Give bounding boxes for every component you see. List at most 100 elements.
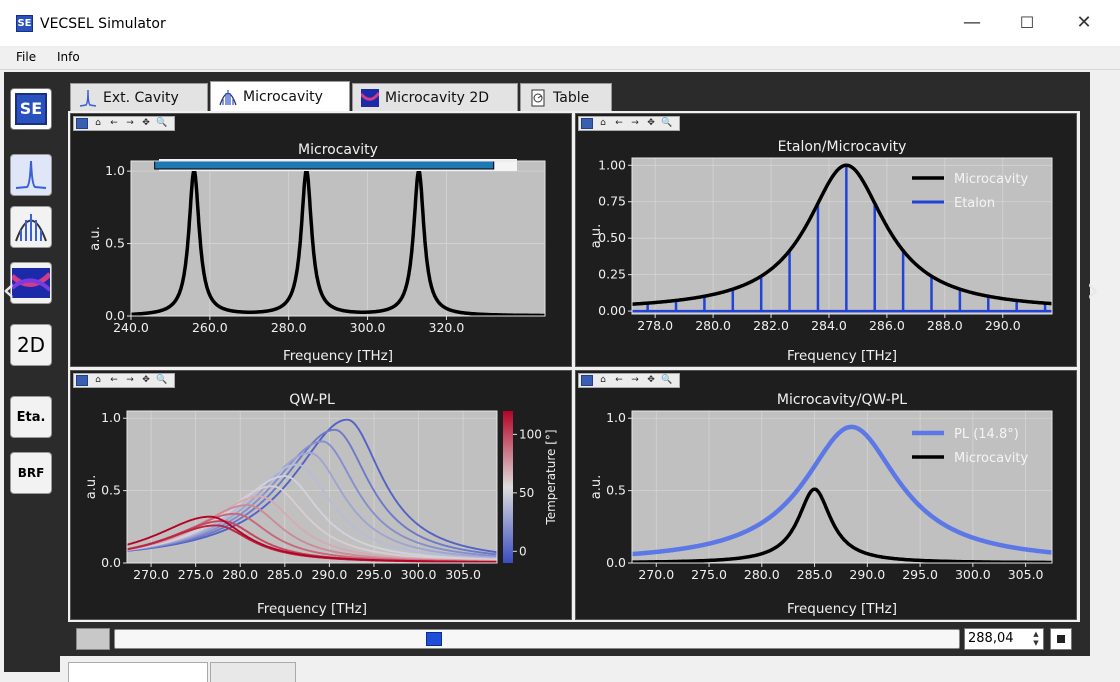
window-title: VECSEL Simulator: [40, 16, 166, 32]
plot-toolbar: ⌂ ← → ✥ 🔍: [73, 116, 175, 131]
x-tick-label: 280.0: [744, 567, 780, 582]
bottom-tab-2[interactable]: [210, 662, 296, 682]
sidebar-item-microcavity-2d[interactable]: [10, 262, 52, 304]
back-arrow-icon[interactable]: ←: [613, 375, 625, 386]
pan-icon[interactable]: ✥: [140, 375, 152, 386]
tab-microcavity[interactable]: Microcavity: [210, 81, 350, 111]
table-icon: [531, 89, 545, 106]
x-tick-label: 282.0: [753, 318, 789, 333]
colorbar-tick-label: 0: [519, 544, 527, 558]
zoom-icon[interactable]: 🔍: [661, 118, 673, 129]
stop-button[interactable]: [1050, 628, 1072, 650]
x-tick-label: 305.0: [445, 567, 481, 582]
app-icon: SE: [16, 15, 33, 32]
sidebar-item-se[interactable]: SE: [10, 88, 52, 130]
menu-bar: File Info: [0, 46, 1120, 70]
home-icon[interactable]: ⌂: [92, 118, 104, 129]
frequency-spinbox[interactable]: 288,04 ▲ ▼: [964, 628, 1044, 650]
home-icon[interactable]: ⌂: [597, 375, 609, 386]
y-tick-label: 0.25: [598, 267, 626, 282]
sidebar-item-2d[interactable]: 2D: [10, 324, 52, 366]
x-tick-label: 275.0: [691, 567, 727, 582]
colorbar-tick-label: 100: [519, 427, 542, 441]
minimize-button[interactable]: —: [950, 8, 994, 38]
plot-panel-etalon-microcavity: 278.0 280.0 282.0 284.0 286.0 288.0 290.0 0.00 0…: [575, 113, 1077, 367]
x-tick-label: 285.0: [797, 567, 833, 582]
sidebar-item-etalon[interactable]: Eta.: [10, 396, 52, 438]
sidebar-item-ext-cavity[interactable]: [10, 154, 52, 196]
x-tick-label: 288.0: [927, 318, 963, 333]
save-icon[interactable]: [581, 118, 593, 129]
save-icon[interactable]: [76, 118, 88, 129]
chart-svg: 270.0 275.0 280.0 285.0 290.0 295.0 300.0 305.0…: [84, 392, 558, 617]
x-tick-label: 300.0: [955, 567, 991, 582]
home-icon[interactable]: ⌂: [597, 118, 609, 129]
tab-ext-cavity[interactable]: Ext. Cavity: [70, 83, 208, 111]
x-tick-label: 300.0: [401, 567, 437, 582]
frequency-slider[interactable]: [114, 629, 960, 649]
y-axis-label: a.u.: [88, 226, 103, 250]
menu-info[interactable]: Info: [57, 50, 80, 64]
tab-microcavity-2d[interactable]: Microcavity 2D: [352, 83, 518, 111]
chart-title: Microcavity/QW-PL: [777, 392, 907, 408]
forward-arrow-icon[interactable]: →: [629, 118, 641, 129]
plot-toolbar: ⌂ ← → ✥ 🔍: [73, 373, 175, 388]
chart-svg: 240.0 260.0 280.0 300.0 320.00.00.51.0Microc…: [88, 142, 546, 364]
heatmap-icon: [361, 88, 379, 107]
x-axis-label: Frequency [THz]: [787, 601, 897, 617]
x-tick-label: 280.0: [222, 567, 258, 582]
2d-icon: 2D: [16, 333, 46, 357]
sidebar-item-brf[interactable]: BRF: [10, 452, 52, 494]
chevron-right-icon[interactable]: ›: [1086, 270, 1100, 310]
menu-file[interactable]: File: [16, 50, 36, 64]
zoom-icon[interactable]: 🔍: [661, 375, 673, 386]
multi-peak-icon: [219, 89, 237, 105]
forward-arrow-icon[interactable]: →: [629, 375, 641, 386]
forward-arrow-icon[interactable]: →: [124, 375, 136, 386]
x-tick-label: 260.0: [192, 320, 228, 335]
save-icon[interactable]: [581, 375, 593, 386]
x-tick-label: 284.0: [811, 318, 847, 333]
zoom-icon[interactable]: 🔍: [156, 375, 168, 386]
y-tick-label: 0.5: [105, 236, 125, 251]
stop-icon: [1057, 635, 1065, 643]
back-arrow-icon[interactable]: ←: [613, 118, 625, 129]
pan-icon[interactable]: ✥: [645, 118, 657, 129]
range-bar: [154, 160, 495, 170]
x-axis-label: Frequency [THz]: [257, 601, 367, 617]
plot-toolbar: ⌂ ← → ✥ 🔍: [578, 373, 680, 388]
sidebar-item-microcavity[interactable]: [10, 206, 52, 248]
bottom-tab-1[interactable]: [68, 662, 208, 682]
chart-title: QW-PL: [289, 392, 335, 408]
home-icon[interactable]: ⌂: [92, 375, 104, 386]
x-tick-label: 285.0: [267, 567, 303, 582]
tab-table[interactable]: Table: [520, 83, 612, 111]
maximize-button[interactable]: ☐: [1005, 8, 1049, 38]
plot-grid: 240.0 260.0 280.0 300.0 320.0 0.0 0.5 1.0 Microc…: [68, 111, 1080, 622]
pan-icon[interactable]: ✥: [645, 375, 657, 386]
forward-arrow-icon[interactable]: →: [124, 118, 136, 129]
y-tick-label: 1.00: [598, 157, 626, 172]
spin-arrows-icon[interactable]: ▲ ▼: [1030, 630, 1042, 648]
y-axis-label: a.u.: [589, 475, 604, 499]
zoom-icon[interactable]: 🔍: [156, 118, 168, 129]
chart-title: Etalon/Microcavity: [778, 139, 907, 155]
toggle-button[interactable]: [76, 628, 110, 650]
slider-handle[interactable]: [426, 632, 443, 646]
y-tick-label: 1.0: [101, 410, 121, 425]
pan-icon[interactable]: ✥: [140, 118, 152, 129]
x-tick-label: 280.0: [695, 318, 731, 333]
colorbar-label: Temperature [°]: [544, 429, 558, 525]
back-arrow-icon[interactable]: ←: [108, 118, 120, 129]
brf-icon: BRF: [17, 466, 45, 480]
tab-label: Microcavity: [243, 88, 323, 105]
sidebar: SE 2D Eta. BRF: [4, 72, 60, 672]
x-tick-label: 295.0: [902, 567, 938, 582]
back-arrow-icon[interactable]: ←: [108, 375, 120, 386]
x-tick-label: 270.0: [638, 567, 674, 582]
chevron-left-icon[interactable]: ‹: [2, 270, 16, 310]
close-button[interactable]: ✕: [1062, 8, 1106, 38]
save-icon[interactable]: [76, 375, 88, 386]
y-tick-label: 0.75: [598, 194, 626, 209]
y-tick-label: 0.5: [606, 483, 626, 498]
